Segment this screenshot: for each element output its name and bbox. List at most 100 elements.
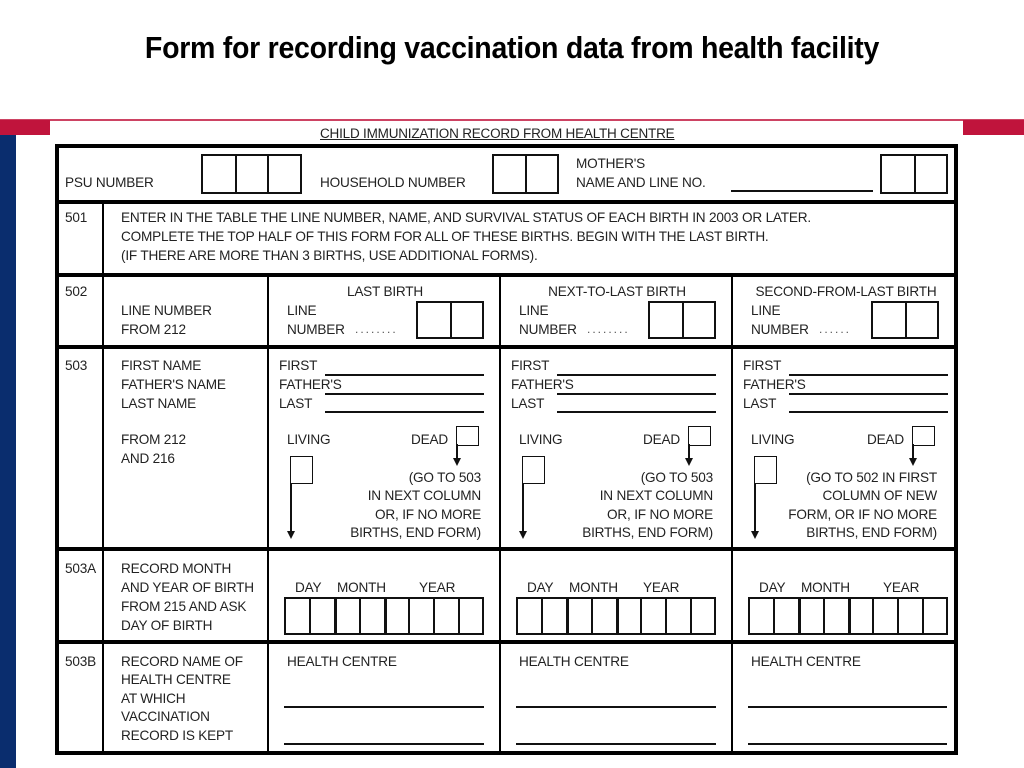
- birth-date-input[interactable]: [748, 597, 948, 635]
- mother-label-line1: MOTHER'S: [576, 156, 645, 171]
- month-label: MONTH: [801, 580, 850, 595]
- day-label: DAY: [295, 580, 322, 595]
- psu-number-input[interactable]: [201, 154, 302, 194]
- q503a-number: 503A: [65, 561, 96, 576]
- immunization-form: PSU NUMBER HOUSEHOLD NUMBER MOTHER'S NAM…: [55, 144, 958, 755]
- living-label: LIVING: [751, 432, 795, 447]
- dead-checkbox[interactable]: [912, 426, 935, 446]
- line-label: LINE: [519, 303, 549, 318]
- last-name-label: LAST: [511, 396, 545, 411]
- col-divider: [731, 277, 733, 751]
- living-arrow-stem: [754, 483, 756, 533]
- accent-sidebar: [0, 135, 16, 768]
- number-label: NUMBER: [519, 322, 577, 337]
- dead-label: DEAD: [867, 432, 904, 447]
- living-arrow-stem: [522, 483, 524, 533]
- leader-dots: ......: [819, 322, 852, 336]
- last-name-input[interactable]: [325, 411, 484, 413]
- living-label: LIVING: [519, 432, 563, 447]
- accent-bar-left: [0, 120, 50, 135]
- q502-label: FROM 212: [121, 322, 186, 337]
- skip-instruction: OR, IF NO MORE: [607, 507, 713, 522]
- skip-instruction: COLUMN OF NEW: [822, 488, 938, 503]
- skip-instruction: BIRTHS, END FORM): [806, 525, 937, 540]
- q501-instruction-line: ENTER IN THE TABLE THE LINE NUMBER, NAME…: [121, 210, 811, 225]
- fathers-name-input[interactable]: [325, 393, 484, 395]
- household-label: HOUSEHOLD NUMBER: [320, 175, 466, 190]
- q503b-label: RECORD IS KEPT: [121, 728, 234, 743]
- health-centre-label: HEALTH CENTRE: [519, 654, 629, 669]
- household-number-input[interactable]: [492, 154, 559, 194]
- arrow-down-icon: [287, 531, 295, 539]
- q503b-label: RECORD NAME OF: [121, 654, 243, 669]
- mother-line-number-input[interactable]: [880, 154, 948, 194]
- arrow-down-icon: [909, 458, 917, 466]
- row-divider: [59, 200, 954, 204]
- last-name-input[interactable]: [557, 411, 716, 413]
- column-title-last-birth: LAST BIRTH: [346, 284, 424, 299]
- fathers-name-input[interactable]: [789, 393, 948, 395]
- living-arrow-stem: [290, 483, 292, 533]
- month-label: MONTH: [337, 580, 386, 595]
- line-label: LINE: [751, 303, 781, 318]
- skip-instruction: BIRTHS, END FORM): [350, 525, 481, 540]
- line-number-input-next-to-last-birth[interactable]: [648, 301, 716, 339]
- fathers-name-label: FATHER'S: [743, 377, 806, 392]
- first-name-input[interactable]: [325, 374, 484, 376]
- health-centre-input[interactable]: [516, 706, 716, 708]
- skip-instruction: IN NEXT COLUMN: [367, 488, 481, 503]
- last-name-label: LAST: [743, 396, 777, 411]
- col-divider: [499, 277, 501, 751]
- row-divider: [59, 345, 954, 349]
- dead-checkbox[interactable]: [688, 426, 711, 446]
- health-centre-input[interactable]: [516, 743, 716, 745]
- skip-instruction: (GO TO 503: [640, 470, 713, 485]
- number-label: NUMBER: [287, 322, 345, 337]
- last-name-input[interactable]: [789, 411, 948, 413]
- first-name-input[interactable]: [789, 374, 948, 376]
- birth-date-input[interactable]: [284, 597, 484, 635]
- health-centre-input[interactable]: [748, 743, 947, 745]
- skip-instruction: IN NEXT COLUMN: [599, 488, 713, 503]
- health-centre-input[interactable]: [284, 706, 484, 708]
- q502-number: 502: [65, 284, 88, 299]
- arrow-down-icon: [519, 531, 527, 539]
- number-label: NUMBER: [751, 322, 809, 337]
- line-number-input-last-birth[interactable]: [416, 301, 484, 339]
- dead-label: DEAD: [643, 432, 680, 447]
- arrow-down-icon: [453, 458, 461, 466]
- fathers-name-input[interactable]: [557, 393, 716, 395]
- health-centre-input[interactable]: [748, 706, 947, 708]
- q502-label: LINE NUMBER: [121, 303, 212, 318]
- first-name-input[interactable]: [557, 374, 716, 376]
- day-label: DAY: [527, 580, 554, 595]
- mother-label-line2: NAME AND LINE NO.: [576, 175, 706, 190]
- first-name-label: FIRST: [279, 358, 318, 373]
- dead-checkbox[interactable]: [456, 426, 479, 446]
- col-divider: [267, 277, 269, 751]
- q503-label: FIRST NAME: [121, 358, 202, 373]
- q503a-label: DAY OF BIRTH: [121, 618, 213, 633]
- last-name-label: LAST: [279, 396, 313, 411]
- year-label: YEAR: [419, 580, 456, 595]
- slide-title: Form for recording vaccination data from…: [144, 30, 880, 65]
- q503b-label: VACCINATION: [121, 709, 210, 724]
- birth-date-input[interactable]: [516, 597, 716, 635]
- q503-label: LAST NAME: [121, 396, 197, 411]
- arrow-down-icon: [751, 531, 759, 539]
- title-divider: [0, 119, 1024, 121]
- q503-label: FATHER'S NAME: [121, 377, 226, 392]
- form-heading: CHILD IMMUNIZATION RECORD FROM HEALTH CE…: [320, 126, 675, 141]
- leader-dots: ........: [587, 322, 630, 336]
- psu-label: PSU NUMBER: [65, 175, 154, 190]
- first-name-label: FIRST: [743, 358, 782, 373]
- mother-name-input[interactable]: [731, 190, 873, 192]
- living-label: LIVING: [287, 432, 331, 447]
- q501-number: 501: [65, 210, 88, 225]
- col-divider: [102, 204, 104, 751]
- q503a-label: RECORD MONTH: [121, 561, 232, 576]
- health-centre-input[interactable]: [284, 743, 484, 745]
- line-number-input-second-from-last-birth[interactable]: [871, 301, 939, 339]
- accent-bar-right: [963, 120, 1024, 135]
- leader-dots: ........: [355, 322, 398, 336]
